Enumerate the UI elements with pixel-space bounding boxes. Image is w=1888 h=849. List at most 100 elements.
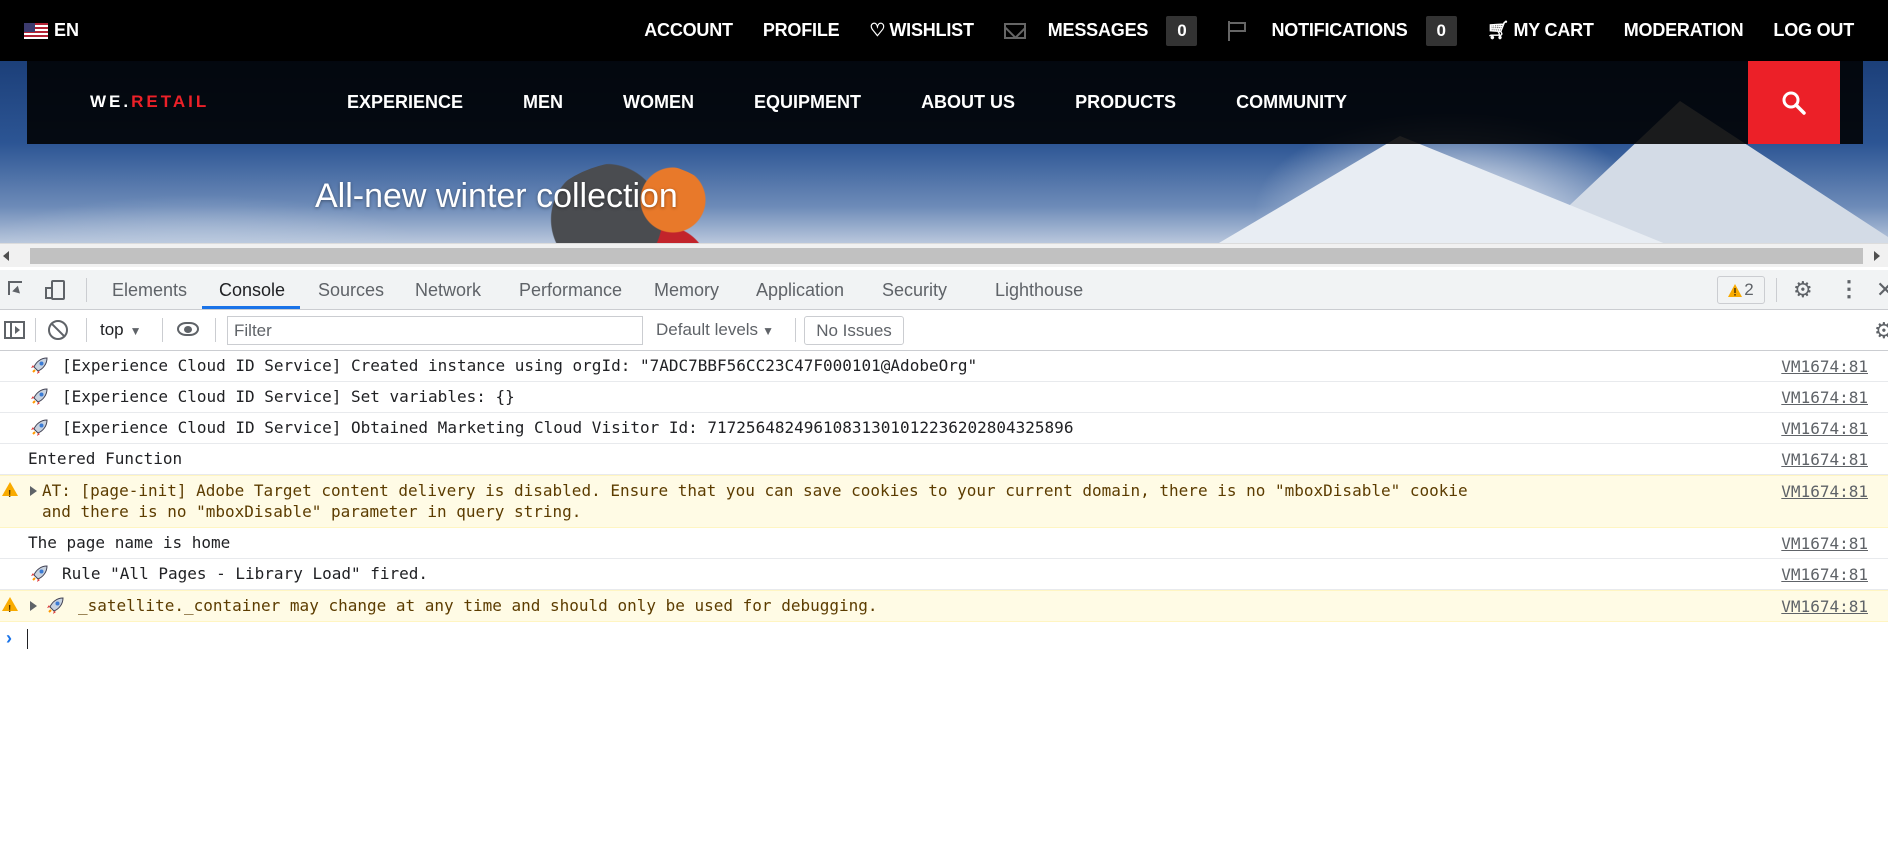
- toolbar-divider: [35, 318, 36, 342]
- moderation-label: MODERATION: [1623, 20, 1744, 40]
- search-icon: [1782, 91, 1806, 115]
- message-text: The page name is home: [28, 533, 231, 552]
- language-selector[interactable]: EN: [24, 20, 79, 41]
- notifications-link[interactable]: NOTIFICATIONS 0: [1227, 15, 1457, 46]
- messages-link[interactable]: MESSAGES 0: [1003, 15, 1198, 46]
- nav-men[interactable]: MEN: [523, 92, 563, 113]
- messages-label: MESSAGES: [1047, 20, 1149, 40]
- source-link[interactable]: VM1674:81: [1781, 533, 1868, 554]
- messages-count-badge: 0: [1166, 15, 1198, 46]
- live-expression-eye-icon[interactable]: [177, 322, 199, 336]
- tab-sources[interactable]: Sources: [318, 280, 384, 301]
- console-message: The page name is home VM1674:81: [0, 528, 1888, 559]
- warnings-count: 2: [1744, 280, 1754, 299]
- wishlist-link[interactable]: ♡ WISHLIST: [869, 20, 974, 41]
- console-message: Entered Function VM1674:81: [0, 444, 1888, 475]
- text-cursor: [27, 629, 28, 649]
- console-message: Rule "All Pages - Library Load" fired. V…: [0, 559, 1888, 590]
- nav-women[interactable]: WOMEN: [623, 92, 694, 113]
- tab-console[interactable]: Console: [219, 280, 285, 301]
- nav-products[interactable]: PRODUCTS: [1075, 92, 1176, 113]
- message-text: _satellite._container may change at any …: [78, 596, 878, 615]
- settings-gear-icon[interactable]: ⚙: [1793, 278, 1813, 302]
- message-text: Rule "All Pages - Library Load" fired.: [62, 564, 429, 583]
- scroll-left-arrow[interactable]: [3, 251, 9, 261]
- cart-link[interactable]: 🛒︎ MY CART: [1487, 20, 1594, 41]
- toolbar-divider: [795, 318, 796, 342]
- scrollbar-thumb[interactable]: [30, 248, 1863, 264]
- site-logo[interactable]: WE.RETAIL: [90, 92, 209, 112]
- tab-security[interactable]: Security: [882, 280, 947, 301]
- logout-link[interactable]: LOG OUT: [1773, 20, 1854, 41]
- profile-link[interactable]: PROFILE: [763, 20, 840, 41]
- toolbar-divider: [1776, 278, 1777, 302]
- source-link[interactable]: VM1674:81: [1781, 418, 1868, 439]
- console-message: [Experience Cloud ID Service] Set variab…: [0, 382, 1888, 413]
- warning-icon: [1728, 283, 1743, 297]
- flag-icon: [1227, 20, 1249, 41]
- mountain-shape: [1180, 136, 1720, 243]
- close-devtools-icon[interactable]: ✕: [1876, 278, 1888, 302]
- nav-community[interactable]: COMMUNITY: [1236, 92, 1347, 113]
- source-link[interactable]: VM1674:81: [1781, 564, 1868, 585]
- inspect-element-icon[interactable]: [8, 281, 22, 295]
- toolbar-divider: [162, 318, 163, 342]
- devtools-tab-bar: Elements Console Sources Network Perform…: [0, 270, 1888, 310]
- profile-label: PROFILE: [762, 20, 840, 40]
- toolbar-divider: [86, 278, 87, 302]
- expand-triangle-icon[interactable]: [30, 486, 37, 496]
- issues-button[interactable]: No Issues: [804, 316, 904, 345]
- page-horizontal-scrollbar[interactable]: [0, 243, 1888, 267]
- account-link[interactable]: ACCOUNT: [644, 20, 733, 41]
- filter-input[interactable]: [227, 316, 643, 345]
- account-label: ACCOUNT: [644, 20, 733, 40]
- clear-console-icon[interactable]: [48, 320, 68, 340]
- hero-banner: WE.RETAIL EXPERIENCE MEN WOMEN EQUIPMENT…: [0, 61, 1888, 243]
- context-selector[interactable]: top ▼: [100, 320, 142, 340]
- source-link[interactable]: VM1674:81: [1781, 596, 1868, 617]
- nav-about-us[interactable]: ABOUT US: [921, 92, 1015, 113]
- issues-label: No Issues: [816, 320, 892, 340]
- hero-title: All-new winter collection: [315, 177, 678, 215]
- scroll-right-arrow[interactable]: [1874, 251, 1880, 261]
- source-link[interactable]: VM1674:81: [1781, 449, 1868, 470]
- warnings-badge[interactable]: 2: [1717, 276, 1765, 304]
- heart-icon: ♡: [869, 20, 886, 40]
- site-top-bar: EN ACCOUNT PROFILE ♡ WISHLIST MESSAGES 0 N…: [0, 0, 1888, 61]
- source-link[interactable]: VM1674:81: [1781, 481, 1868, 502]
- rocket-icon: [31, 565, 48, 582]
- message-text: [Experience Cloud ID Service] Created in…: [62, 356, 978, 375]
- device-toolbar-icon[interactable]: [45, 280, 67, 300]
- expand-triangle-icon[interactable]: [30, 601, 37, 611]
- warning-icon: [2, 482, 18, 505]
- console-message: [Experience Cloud ID Service] Created in…: [0, 351, 1888, 382]
- source-link[interactable]: VM1674:81: [1781, 387, 1868, 408]
- tab-performance[interactable]: Performance: [519, 280, 622, 301]
- logo-part2: RETAIL: [131, 92, 210, 111]
- nav-equipment[interactable]: EQUIPMENT: [754, 92, 861, 113]
- console-warning-message: _satellite._container may change at any …: [0, 590, 1888, 622]
- notifications-count-badge: 0: [1425, 15, 1457, 46]
- nav-experience[interactable]: EXPERIENCE: [347, 92, 463, 113]
- active-tab-indicator: [202, 306, 300, 309]
- main-navbar: WE.RETAIL EXPERIENCE MEN WOMEN EQUIPMENT…: [27, 61, 1863, 144]
- rocket-icon: [31, 357, 48, 374]
- moderation-link[interactable]: MODERATION: [1624, 20, 1744, 41]
- tab-lighthouse[interactable]: Lighthouse: [995, 280, 1083, 301]
- cart-label: MY CART: [1513, 20, 1594, 40]
- source-link[interactable]: VM1674:81: [1781, 356, 1868, 377]
- language-label: EN: [54, 20, 80, 40]
- main-nav: EXPERIENCE MEN WOMEN EQUIPMENT ABOUT US …: [347, 61, 1407, 144]
- tab-elements[interactable]: Elements: [112, 280, 187, 301]
- search-button[interactable]: [1748, 61, 1840, 144]
- dropdown-caret-icon: ▼: [129, 324, 142, 338]
- tab-network[interactable]: Network: [415, 280, 481, 301]
- console-prompt[interactable]: ›: [0, 622, 1888, 654]
- more-options-icon[interactable]: ⋮: [1838, 277, 1860, 301]
- tab-memory[interactable]: Memory: [654, 280, 719, 301]
- log-levels-dropdown[interactable]: Default levels ▼: [656, 320, 774, 340]
- console-settings-gear-icon[interactable]: ⚙: [1874, 318, 1888, 344]
- tab-application[interactable]: Application: [756, 280, 844, 301]
- message-text: Entered Function: [28, 449, 183, 468]
- show-sidebar-icon[interactable]: [4, 321, 25, 339]
